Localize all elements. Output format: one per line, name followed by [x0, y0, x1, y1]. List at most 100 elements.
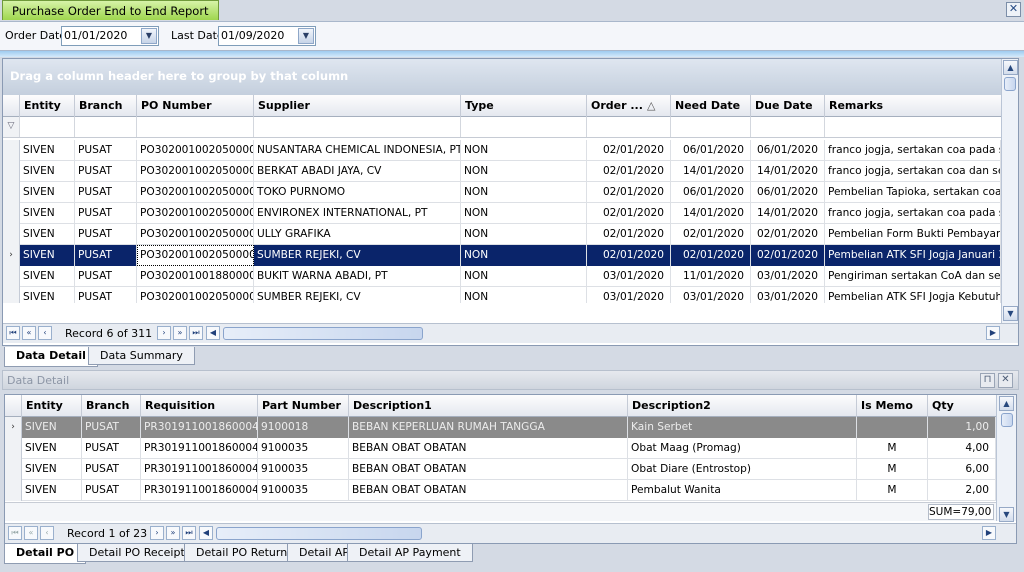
cell-branch[interactable]: PUSAT: [82, 438, 141, 459]
cell-supplier[interactable]: ENVIRONEX INTERNATIONAL, PT: [254, 203, 461, 224]
cell-type[interactable]: NON: [461, 245, 587, 266]
col-header-entity[interactable]: Entity: [22, 395, 82, 417]
hscroll-thumb[interactable]: [216, 527, 422, 540]
row-indicator-icon[interactable]: [3, 203, 20, 224]
cell-need-date[interactable]: 02/01/2020: [671, 224, 751, 245]
next-record-icon[interactable]: ›: [150, 526, 164, 540]
last-record-icon[interactable]: ⏭: [189, 326, 203, 340]
tab-detail-po-return[interactable]: Detail PO Return: [184, 544, 300, 562]
cell-remarks[interactable]: franco jogja, sertakan coa pada saat: [825, 203, 1001, 224]
cell-branch[interactable]: PUSAT: [75, 245, 137, 266]
next-record-icon[interactable]: ›: [157, 326, 171, 340]
col-header-branch[interactable]: Branch: [75, 95, 137, 117]
scroll-down-icon[interactable]: ▼: [1003, 306, 1018, 321]
table-row[interactable]: SIVEN PUSAT PO3020010020500005 ULLY GRAFIKA…: [3, 224, 1001, 245]
table-row[interactable]: SIVEN PUSAT PO3020010020500008 SUMBER REJEK…: [3, 287, 1001, 303]
cell-type[interactable]: NON: [461, 266, 587, 287]
cell-need-date[interactable]: 14/01/2020: [671, 203, 751, 224]
cell-branch[interactable]: PUSAT: [82, 417, 141, 438]
row-indicator-icon[interactable]: [3, 161, 20, 182]
cell-is-memo[interactable]: M: [857, 459, 928, 480]
scroll-left-icon[interactable]: ◀: [206, 326, 220, 340]
col-header-supplier[interactable]: Supplier: [254, 95, 461, 117]
cell-due-date[interactable]: 02/01/2020: [751, 224, 825, 245]
cell-entity[interactable]: SIVEN: [22, 438, 82, 459]
cell-due-date[interactable]: 14/01/2020: [751, 161, 825, 182]
cell-due-date[interactable]: 03/01/2020: [751, 287, 825, 303]
tab-data-summary[interactable]: Data Summary: [88, 347, 195, 365]
cell-remarks[interactable]: franco jogja, sertakan coa pada saat: [825, 140, 1001, 161]
cell-description2[interactable]: Obat Diare (Entrostop): [628, 459, 857, 480]
cell-description2[interactable]: Kain Serbet: [628, 417, 857, 438]
row-indicator-icon[interactable]: ›: [5, 417, 22, 438]
cell-part-number[interactable]: 9100035: [258, 480, 349, 501]
cell-due-date[interactable]: 03/01/2020: [751, 266, 825, 287]
cell-need-date[interactable]: 06/01/2020: [671, 182, 751, 203]
cell-supplier[interactable]: BERKAT ABADI JAYA, CV: [254, 161, 461, 182]
cell-need-date[interactable]: 06/01/2020: [671, 140, 751, 161]
col-header-order-date[interactable]: Order ... △: [587, 95, 671, 117]
cell-entity[interactable]: SIVEN: [20, 203, 75, 224]
table-row[interactable]: SIVEN PUSAT PO3020010020500002 BERKAT ABADI…: [3, 161, 1001, 182]
scroll-right-icon[interactable]: ▶: [986, 326, 1000, 340]
cell-order-date[interactable]: 03/01/2020: [587, 287, 671, 303]
cell-supplier[interactable]: TOKO PURNOMO: [254, 182, 461, 203]
filter-row[interactable]: ▽: [3, 117, 1001, 138]
tab-data-detail[interactable]: Data Detail: [4, 347, 98, 367]
table-row[interactable]: SIVEN PUSAT PO3020010020500004 ENVIRONEX IN…: [3, 203, 1001, 224]
cell-entity[interactable]: SIVEN: [20, 245, 75, 266]
first-record-icon[interactable]: ⏮: [8, 526, 22, 540]
cell-need-date[interactable]: 02/01/2020: [671, 245, 751, 266]
cell-branch[interactable]: PUSAT: [75, 224, 137, 245]
cell-supplier[interactable]: BUKIT WARNA ABADI, PT: [254, 266, 461, 287]
cell-need-date[interactable]: 14/01/2020: [671, 161, 751, 182]
col-header-is-memo[interactable]: Is Memo: [857, 395, 928, 417]
cell-entity[interactable]: SIVEN: [20, 161, 75, 182]
detail-grid-vscroll[interactable]: ▲ ▼: [996, 395, 1016, 522]
cell-part-number[interactable]: 9100035: [258, 438, 349, 459]
table-row[interactable]: SIVEN PUSAT PO3020010020500003 TOKO PURNOMO…: [3, 182, 1001, 203]
cell-branch[interactable]: PUSAT: [75, 287, 137, 303]
cell-order-date[interactable]: 02/01/2020: [587, 182, 671, 203]
cell-entity[interactable]: SIVEN: [22, 480, 82, 501]
row-indicator-icon[interactable]: [3, 224, 20, 245]
cell-entity[interactable]: SIVEN: [20, 182, 75, 203]
chevron-down-icon[interactable]: ▼: [298, 28, 314, 44]
cell-order-date[interactable]: 02/01/2020: [587, 203, 671, 224]
cell-due-date[interactable]: 02/01/2020: [751, 245, 825, 266]
col-header-remarks[interactable]: Remarks: [825, 95, 1001, 117]
cell-is-memo[interactable]: M: [857, 438, 928, 459]
prev-record-icon[interactable]: ‹: [40, 526, 54, 540]
cell-part-number[interactable]: 9100035: [258, 459, 349, 480]
splitter[interactable]: [0, 51, 1024, 57]
cell-po-number[interactable]: PO3020010020500001: [137, 140, 254, 161]
cell-branch[interactable]: PUSAT: [82, 480, 141, 501]
cell-due-date[interactable]: 06/01/2020: [751, 182, 825, 203]
cell-po-number[interactable]: PO3020010020500006: [137, 245, 254, 266]
table-row[interactable]: SIVEN PUSAT PR3019110018600042 9100035 BEBAN…: [5, 480, 996, 501]
col-header-description1[interactable]: Description1: [349, 395, 628, 417]
scroll-up-icon[interactable]: ▲: [999, 396, 1014, 411]
cell-supplier[interactable]: SUMBER REJEKI, CV: [254, 287, 461, 303]
col-header-entity[interactable]: Entity: [20, 95, 75, 117]
cell-order-date[interactable]: 02/01/2020: [587, 224, 671, 245]
cell-requisition[interactable]: PR3019110018600042: [141, 417, 258, 438]
filter-icon[interactable]: ▽: [3, 117, 20, 137]
cell-need-date[interactable]: 11/01/2020: [671, 266, 751, 287]
cell-po-number[interactable]: PO3020010018800007: [137, 266, 254, 287]
table-row[interactable]: SIVEN PUSAT PO3020010020500001 NUSANTARA CH…: [3, 140, 1001, 161]
cell-qty[interactable]: 4,00: [928, 438, 996, 459]
row-indicator-icon[interactable]: [3, 140, 20, 161]
prev-page-icon[interactable]: «: [22, 326, 36, 340]
col-header-description2[interactable]: Description2: [628, 395, 857, 417]
cell-qty[interactable]: 6,00: [928, 459, 996, 480]
order-date-field[interactable]: 01/01/2020 ▼: [61, 26, 159, 46]
cell-po-number[interactable]: PO3020010020500008: [137, 287, 254, 303]
report-tab[interactable]: Purchase Order End to End Report: [2, 0, 219, 20]
scroll-left-icon[interactable]: ◀: [199, 526, 213, 540]
last-date-field[interactable]: 01/09/2020 ▼: [218, 26, 316, 46]
cell-remarks[interactable]: Pembelian ATK SFI Jogja Kebutuhan: [825, 287, 1001, 303]
cell-branch[interactable]: PUSAT: [75, 266, 137, 287]
row-indicator-icon[interactable]: [5, 480, 22, 501]
cell-branch[interactable]: PUSAT: [75, 203, 137, 224]
